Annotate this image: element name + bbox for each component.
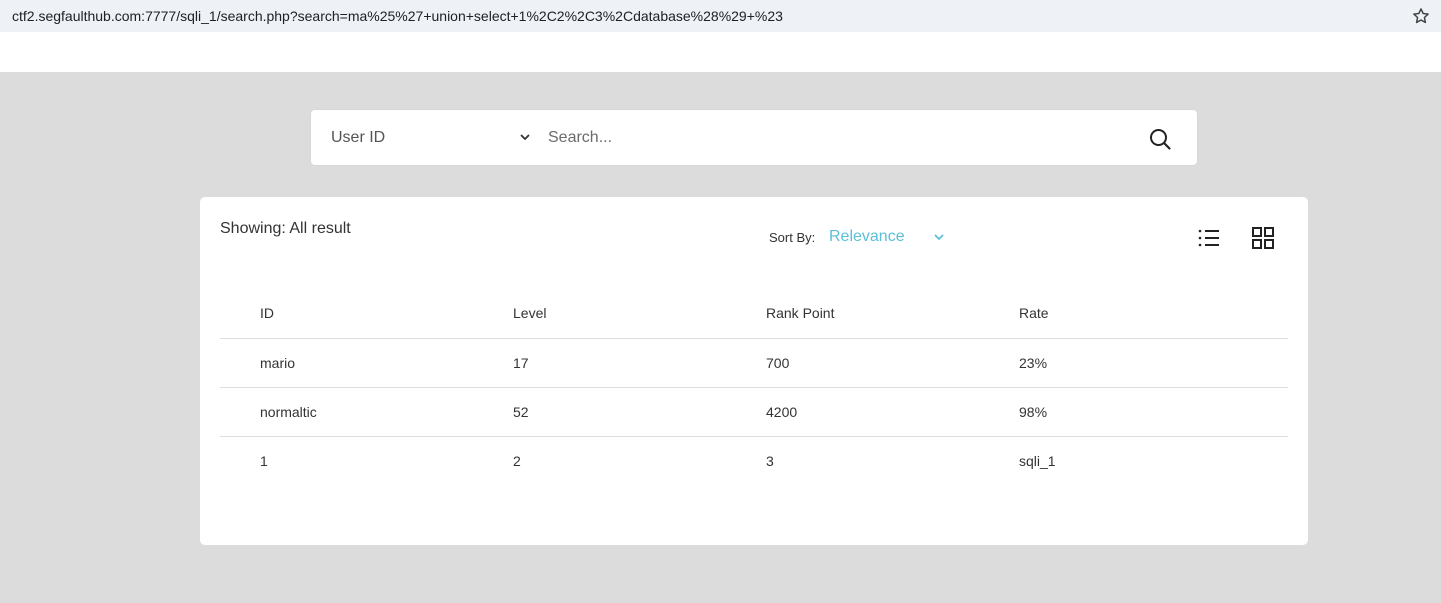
sort-by-selected: Relevance <box>829 228 905 245</box>
site-header <box>0 32 1441 72</box>
browser-address-bar: ctf2.segfaulthub.com:7777/sqli_1/search.… <box>0 0 1441 32</box>
table-cell: 52 <box>473 387 726 437</box>
column-header: Level <box>473 289 726 339</box>
table-header-row: ID Level Rank Point Rate <box>220 289 1288 339</box>
table-cell: 700 <box>726 338 979 388</box>
search-field-select[interactable]: User ID <box>331 110 531 165</box>
table-cell: sqli_1 <box>1019 452 1056 469</box>
star-icon[interactable] <box>1411 6 1431 26</box>
grid-view-icon[interactable] <box>1252 227 1274 249</box>
search-field-selected: User ID <box>331 128 386 146</box>
search-icon[interactable] <box>1148 127 1172 151</box>
sort-by-label: Sort By: <box>769 230 816 245</box>
table-cell: 98% <box>979 387 1288 437</box>
chevron-down-icon <box>934 234 944 240</box>
table-row: mario 17 700 23% <box>220 338 1288 388</box>
table-cell: normaltic <box>220 387 473 437</box>
search-bar: User ID <box>311 110 1197 165</box>
table-cell: 17 <box>473 338 726 388</box>
results-table: ID Level Rank Point Rate mario 17 700 23… <box>220 289 1288 485</box>
search-input[interactable] <box>548 124 1128 152</box>
sort-by-select[interactable]: Relevance <box>829 228 949 248</box>
table-cell: 3 <box>766 452 774 469</box>
table-cell: 2 <box>513 452 521 469</box>
url-text[interactable]: ctf2.segfaulthub.com:7777/sqli_1/search.… <box>12 8 783 24</box>
table-cell: 4200 <box>726 387 979 437</box>
results-summary: Showing: All result <box>220 220 351 237</box>
list-view-icon[interactable] <box>1197 227 1221 249</box>
table-row: 1 2 3 sqli_1 <box>220 436 1288 485</box>
table-cell: 23% <box>979 338 1288 388</box>
column-header: ID <box>220 289 473 339</box>
results-panel: Showing: All result Sort By: Relevance I… <box>200 197 1308 545</box>
chevron-down-icon <box>520 134 530 140</box>
table-cell: 1 <box>260 452 268 469</box>
table-row: normaltic 52 4200 98% <box>220 387 1288 437</box>
column-header: Rank Point <box>726 289 979 339</box>
column-header: Rate <box>979 289 1288 339</box>
table-cell: mario <box>220 338 473 388</box>
